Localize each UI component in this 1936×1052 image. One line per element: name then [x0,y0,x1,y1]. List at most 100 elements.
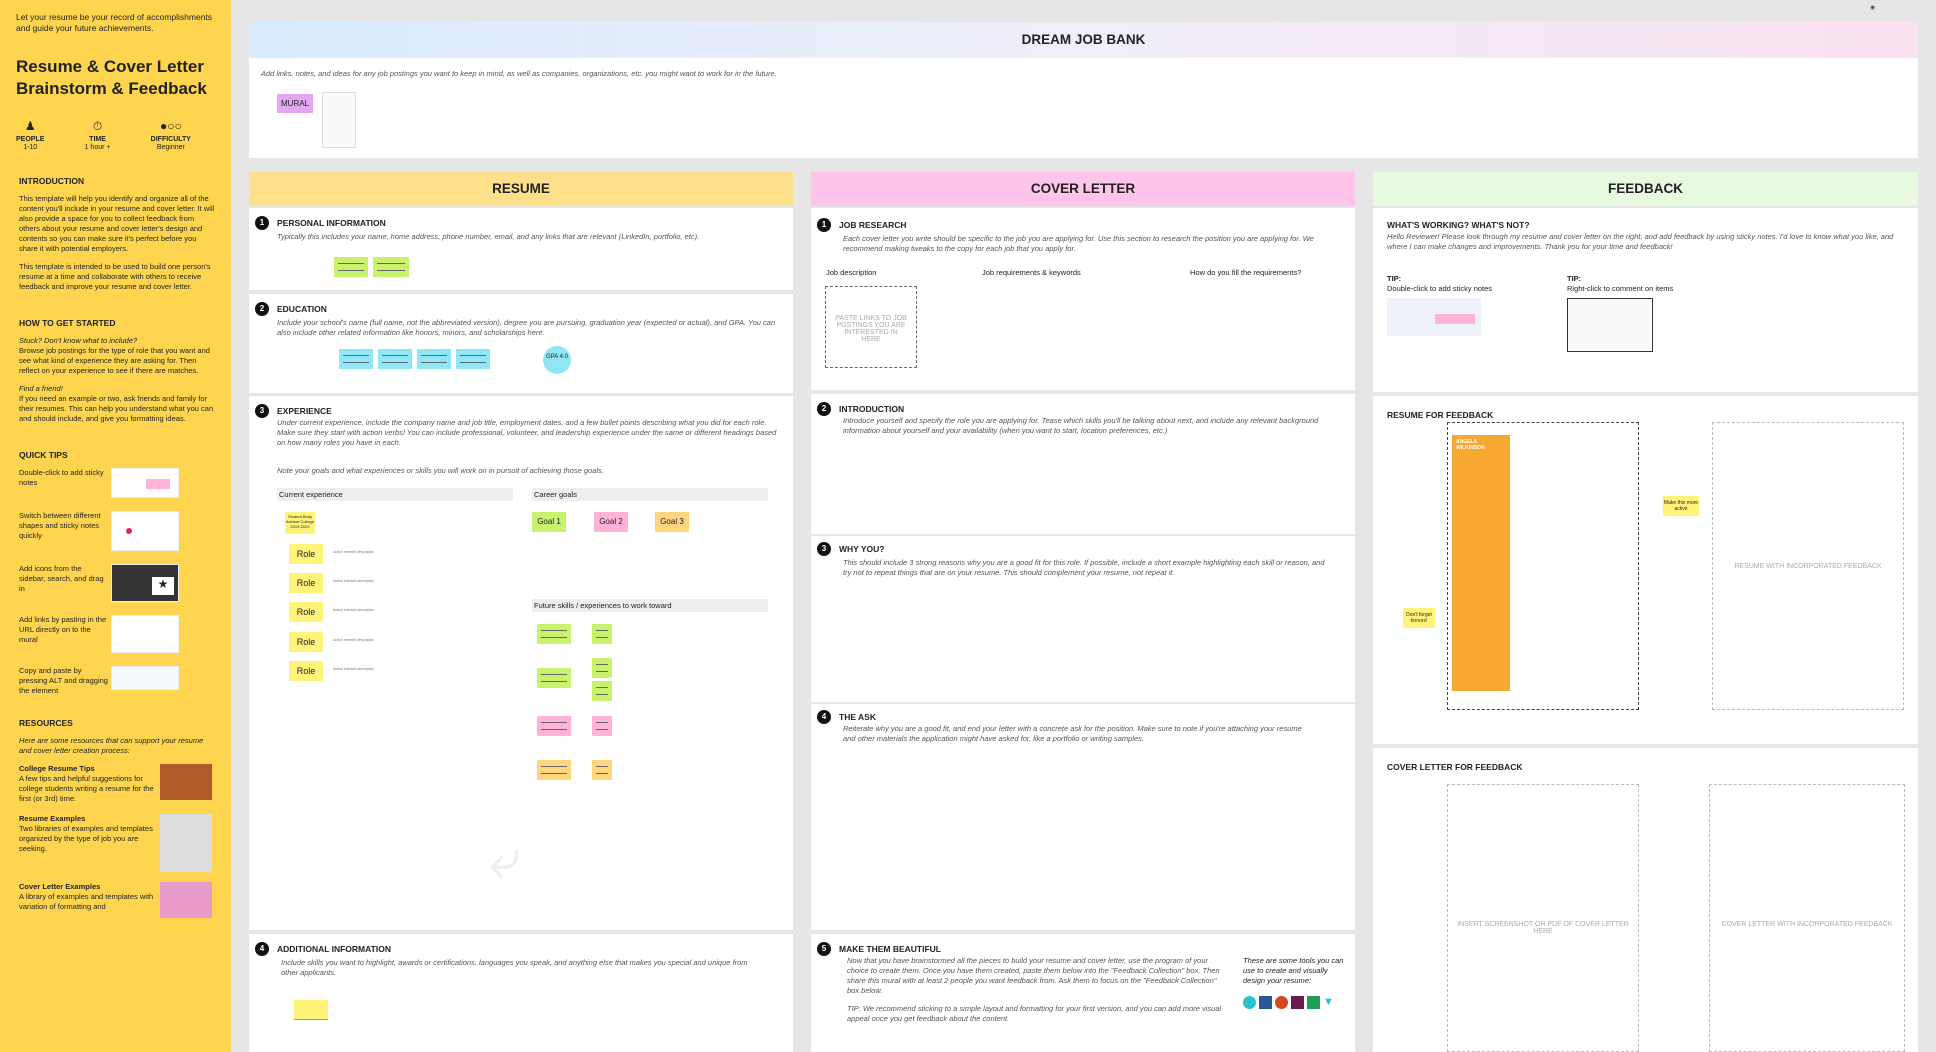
people-meta: ♟ PEOPLE 1-10 [16,119,45,151]
resume-feedback-panel[interactable]: RESUME FOR FEEDBACK ANGELA WILKINSON Mak… [1373,396,1918,744]
resume-header: RESUME [249,172,793,206]
sticky-note[interactable] [334,257,368,277]
sidebar-intro: Let your resume be your record of accomp… [16,12,213,33]
make-beautiful-panel[interactable]: 5 MAKE THEM BEAUTIFUL Now that you have b… [811,934,1355,1052]
goal-sticky[interactable]: Goal 1 [532,512,566,532]
sticky-note[interactable] [592,716,612,736]
role-sticky[interactable]: Role [289,573,323,593]
cover-letter-incorporated-box[interactable]: COVER LETTER WITH INCORPORATED FEEDBACK [1709,784,1905,1052]
sticky-note[interactable] [294,1000,328,1020]
section-title: RESUME FOR FEEDBACK [1387,410,1494,420]
resume-document[interactable]: ANGELA WILKINSON [1447,422,1639,710]
goal-sticky[interactable]: Goal 2 [594,512,628,532]
sticky-note[interactable] [378,349,412,369]
sticky-note[interactable] [592,760,612,780]
tip-item: Add icons from the sidebar, search, and … [19,564,215,604]
section-desc: Introduce yourself and specify the role … [843,416,1319,435]
tools-label: These are some tools you can use to crea… [1243,956,1344,985]
section-desc: This should include 3 strong reasons why… [843,558,1325,577]
resume-name: ANGELA WILKINSON [1456,439,1485,451]
sticky-note[interactable] [456,349,490,369]
paste-links-box[interactable]: PASTE LINKS TO JOB POSTINGS YOU ARE INTE… [825,286,917,368]
resource-thumbnail [160,882,212,918]
time-meta: ⏱ TIME 1 hour + [84,119,111,151]
section-desc: Under current experience, include the co… [277,418,777,447]
difficulty-meta: ●○○ DIFFICULTY Beginner [150,119,191,151]
feedback-sticky[interactable]: Make this more active [1663,496,1699,516]
tip-preview [1387,298,1481,336]
step-number: 2 [255,302,269,316]
section-desc: Hello Reviewer! Please look through my r… [1387,232,1894,251]
career-goals-label: Career goals [532,488,768,501]
column-label: Job requirements & keywords [982,268,1081,277]
sticky-note[interactable] [417,349,451,369]
sticky-note[interactable] [537,760,571,780]
why-you-panel[interactable]: 3 WHY YOU? This should include 3 strong r… [811,536,1355,702]
section-desc: Reiterate why you are a good fit, and en… [843,724,1302,743]
powerpoint-icon[interactable] [1275,996,1288,1009]
sticky-note[interactable] [339,349,373,369]
sticky-note[interactable] [592,658,612,678]
personal-info-panel[interactable]: 1 PERSONAL INFORMATION Typically this inc… [249,208,793,290]
timer-icon: ⏱ [92,119,103,133]
step-number: 4 [817,710,831,724]
tip-label: TIP: [1387,274,1402,283]
sticky-note[interactable] [592,624,612,644]
cover-letter-insert-box[interactable]: INSERT SCREENSHOT OR PDF OF COVER LETTER… [1447,784,1639,1052]
gpa-circle[interactable]: GPA 4.0 [543,346,571,374]
sticky-note[interactable] [537,668,571,688]
resource-thumbnail [160,764,212,800]
role-desc: Action oriented description [333,608,375,612]
section-desc: Each cover letter you write should be sp… [843,234,1314,253]
word-icon[interactable] [1259,996,1272,1009]
indesign-icon[interactable] [1291,996,1304,1009]
canva-icon[interactable] [1243,996,1256,1009]
section-title: COVER LETTER FOR FEEDBACK [1387,762,1523,772]
dream-job-bank-panel[interactable]: Add links, notes, and ideas for any job … [249,58,1918,158]
how-to-heading: HOW TO GET STARTED [19,318,116,328]
resume-sidebar: ANGELA WILKINSON [1452,435,1510,691]
section-title: EXPERIENCE [277,406,332,416]
resume-incorporated-box[interactable]: RESUME WITH INCORPORATED FEEDBACK [1712,422,1904,710]
role-sticky[interactable]: Role [289,661,323,681]
resource-link[interactable]: Resume Examples Two libraries of examples… [19,814,215,872]
resource-link[interactable]: Cover Letter Examples A library of exampl… [19,882,215,918]
quick-tips-heading: QUICK TIPS [19,450,68,460]
section-note: Note your goals and what experiences or … [277,466,604,475]
job-research-panel[interactable]: 1 JOB RESEARCH Each cover letter you writ… [811,208,1355,390]
section-title: EDUCATION [277,304,327,314]
education-panel[interactable]: 2 EDUCATION Include your school's name (f… [249,294,793,393]
cover-letter-feedback-panel[interactable]: COVER LETTER FOR FEEDBACK INSERT SCREENS… [1373,748,1918,1052]
additional-info-panel[interactable]: 4 ADDITIONAL INFORMATION Include skills y… [249,934,793,1052]
difficulty-dots-icon: ●○○ [159,119,182,133]
section-desc: Typically this includes your name, home … [277,232,700,241]
sticky-note[interactable]: Student Body Advisor College 2019-2020 [285,512,315,534]
current-experience-label: Current experience [277,488,513,501]
role-sticky[interactable]: Role [289,602,323,622]
mural-tag[interactable]: MURAL [277,94,314,113]
the-ask-panel[interactable]: 4 THE ASK Reiterate why you are a good fi… [811,704,1355,930]
sticky-note[interactable] [592,681,612,701]
sheets-icon[interactable] [1307,996,1320,1009]
job-posting-thumbnail[interactable] [322,92,356,148]
role-sticky[interactable]: Role [289,632,323,652]
dream-job-bank-header: DREAM JOB BANK [249,22,1918,58]
whats-working-panel[interactable]: WHAT'S WORKING? WHAT'S NOT? Hello Review… [1373,208,1918,392]
resource-link[interactable]: College Resume Tips A few tips and helpfu… [19,764,215,804]
role-desc: Action oriented description [333,638,375,642]
tip-item: Copy and paste by pressing ALT and dragg… [19,666,215,704]
tip-item: Switch between different shapes and stic… [19,511,215,553]
goal-sticky[interactable]: Goal 3 [655,512,689,532]
step-number: 3 [817,542,831,556]
sticky-note[interactable] [537,716,571,736]
step-number: 3 [255,404,269,418]
feedback-sticky[interactable]: Don't forget honors! [1403,608,1435,628]
tip-preview [111,511,179,551]
role-sticky[interactable]: Role [289,544,323,564]
introduction-panel[interactable]: 2 INTRODUCTION Introduce yourself and spe… [811,394,1355,534]
sticky-note[interactable] [373,257,409,277]
sticky-note[interactable] [537,624,571,644]
role-desc: Action oriented description [333,667,375,671]
filter-icon[interactable]: ▼ [1323,996,1336,1009]
experience-panel[interactable]: 3 EXPERIENCE Under current experience, in… [249,396,793,930]
